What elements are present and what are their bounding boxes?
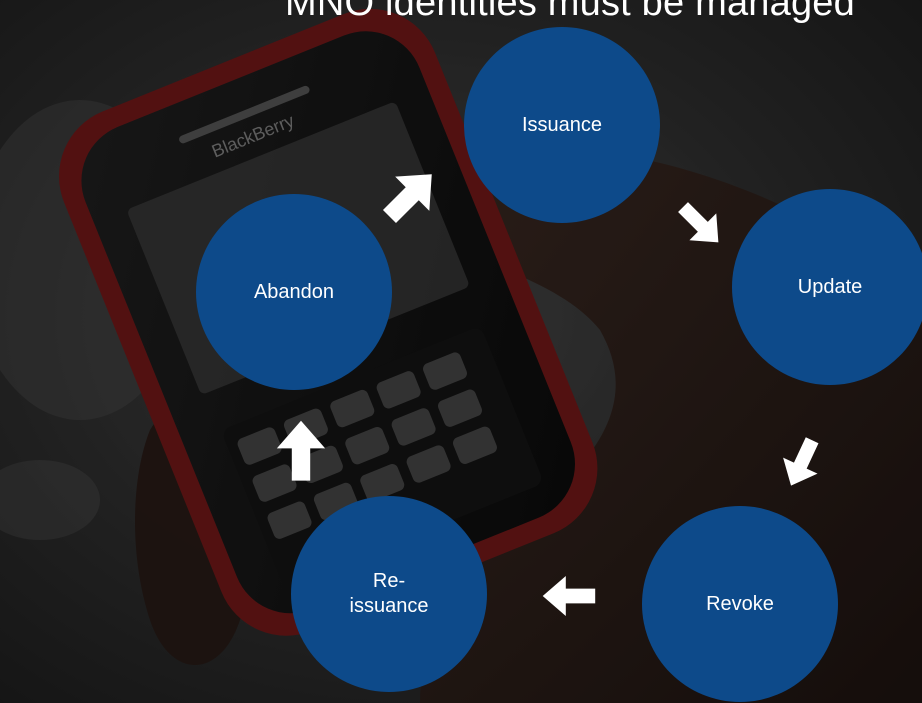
- stage-abandon: Abandon: [196, 194, 392, 390]
- stage-revoke: Revoke: [642, 506, 838, 702]
- stage-issuance-label: Issuance: [521, 113, 603, 136]
- stage-update: Update: [732, 189, 922, 385]
- arrow-reissuance-to-abandon-icon: [276, 420, 326, 481]
- stage-abandon-label: Abandon: [253, 280, 335, 303]
- stage-reissuance-label-line1: Re-: [372, 570, 406, 592]
- stage-update-label: Update: [797, 275, 863, 298]
- arrow-abandon-to-issuance-icon: [382, 174, 432, 224]
- stage-revoke-label: Revoke: [706, 592, 774, 615]
- arrow-revoke-to-reissuance-icon: [542, 576, 596, 616]
- arrow-update-to-revoke-icon: [783, 437, 819, 486]
- slide-title: MNO identities must be managed: [285, 0, 855, 24]
- stage-issuance: Issuance: [464, 27, 660, 223]
- stage-reissuance: Re- issuance: [291, 496, 487, 692]
- arrow-issuance-to-update-icon: [678, 202, 719, 243]
- stage-reissuance-label-line2: issuance: [349, 595, 429, 617]
